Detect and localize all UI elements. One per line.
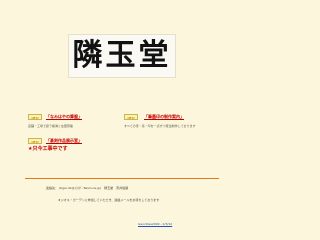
logo: 隣玉堂 bbox=[68, 34, 176, 78]
under-construction-notice: ★只今工事中です bbox=[28, 146, 68, 152]
logo-text: 隣玉堂 bbox=[72, 38, 172, 73]
footer-link[interactable]: Geocities2000 - 2/3/12 bbox=[138, 222, 172, 226]
message-note: ★ジオキ・ガーデンに参加していただき、連絡メールをお待ちしております bbox=[58, 198, 160, 202]
link-brush-ink-seal[interactable]: 「筆墨印の制作案内」 bbox=[144, 114, 184, 119]
new-badge-3: NEW bbox=[28, 138, 42, 144]
desc-nami-abacus: 店舗・工場で扱う帳簿と在庫算盤 bbox=[28, 124, 74, 128]
link-seal-gallery[interactable]: 「篆刻作品展示室」 bbox=[46, 138, 82, 143]
desc-brush-ink-seal: すべての筆・墨・印を一点ずつ受注制作しております bbox=[124, 124, 196, 128]
new-badge-1: NEW bbox=[28, 114, 42, 120]
new-badge-2: NEW bbox=[124, 114, 138, 120]
link-nami-abacus[interactable]: 「なみはやの算盤」 bbox=[46, 114, 82, 119]
divider bbox=[25, 178, 219, 179]
contact-line: 連絡先： (tiger-dk@ﾄﾗｲﾀﾞ-Taisin.ne.jp) 隣玉堂 奈… bbox=[46, 186, 129, 190]
